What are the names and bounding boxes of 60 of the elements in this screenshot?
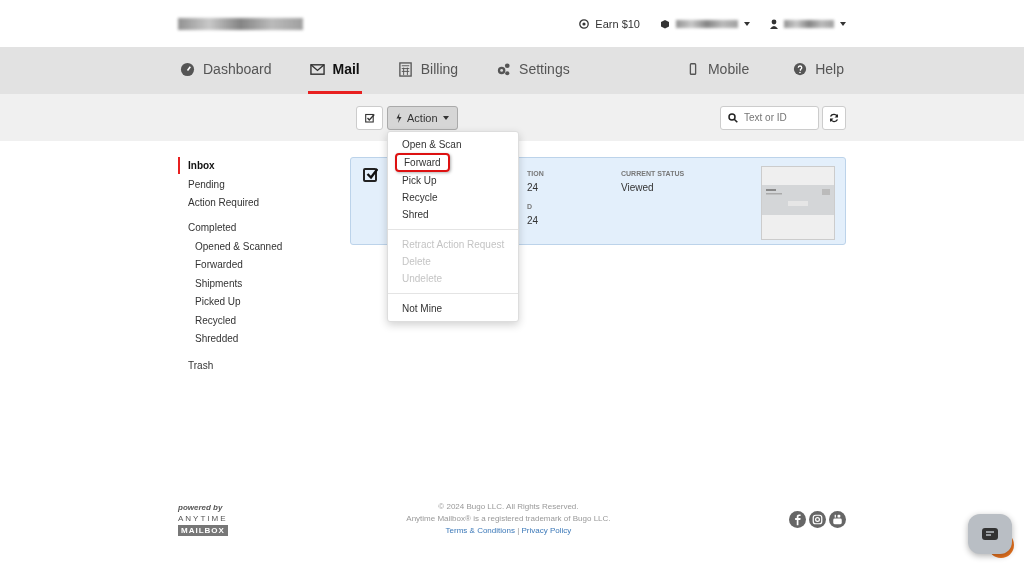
- sidebar-item[interactable]: Opened & Scanned: [178, 237, 350, 255]
- nav-tab[interactable]: Mobile: [683, 47, 752, 94]
- sidebar-item[interactable]: Recycled: [178, 311, 350, 329]
- coin-icon: [579, 18, 590, 29]
- separator-text: |: [517, 526, 520, 535]
- sidebar-item[interactable]: Picked Up: [178, 293, 350, 310]
- nav-tab[interactable]: Settings: [494, 47, 572, 94]
- caret-icon: [744, 21, 750, 26]
- nav-tab[interactable]: Billing: [395, 47, 461, 94]
- terms-link[interactable]: Terms & Conditions: [445, 526, 515, 535]
- sidebar-item[interactable]: Trash: [178, 356, 350, 374]
- brand-text: ANYTIME: [178, 513, 228, 523]
- sidebar-item[interactable]: Forwarded: [178, 256, 350, 273]
- envelope-icon: [309, 61, 325, 77]
- menu-item[interactable]: Recycle: [388, 189, 518, 206]
- help-icon: [793, 62, 808, 76]
- menu-item[interactable]: Not Mine: [388, 300, 518, 317]
- chat-icon: [981, 527, 999, 541]
- chat-button[interactable]: [968, 514, 1012, 554]
- facebook-icon[interactable]: [789, 510, 806, 528]
- gears-icon: [496, 61, 512, 77]
- caret-icon: [442, 115, 449, 120]
- privacy-link[interactable]: Privacy Policy: [521, 526, 572, 535]
- menu-item[interactable]: Shred: [388, 206, 518, 223]
- field-value: 24: [527, 215, 540, 226]
- copyright-text: © 2024 Bugo LLC. All Rights Reserved.: [437, 501, 580, 513]
- menu-item[interactable]: Pick Up: [388, 172, 518, 189]
- calculator-icon: [397, 61, 413, 77]
- trademark-text: Anytime Mailbox® is a registered trademark of Bugo LLC.: [406, 513, 611, 525]
- user-icon: [770, 18, 778, 29]
- gauge-icon: [180, 61, 195, 77]
- brand-badge: MAILBOX: [178, 524, 228, 536]
- sidebar-item[interactable]: Action Required: [178, 194, 350, 211]
- youtube-icon[interactable]: [829, 510, 846, 528]
- nav-tab[interactable]: Help: [791, 47, 846, 94]
- box-icon: [660, 18, 670, 29]
- redacted-account[interactable]: [676, 19, 738, 28]
- menu-item[interactable]: Open & Scan: [388, 136, 518, 153]
- sidebar-item[interactable]: Shredded: [178, 330, 350, 347]
- nav-tab[interactable]: Dashboard: [178, 47, 274, 94]
- action-button[interactable]: Action: [387, 105, 458, 130]
- refresh-button[interactable]: [822, 105, 846, 130]
- sidebar-item[interactable]: Shipments: [178, 274, 350, 292]
- powered-by-text: powered by: [178, 502, 223, 512]
- checkbox-icon: [364, 112, 375, 123]
- instagram-icon[interactable]: [809, 510, 826, 528]
- earn-link[interactable]: Earn $10: [595, 17, 640, 30]
- field-value: Viewed: [621, 182, 655, 193]
- select-all-button[interactable]: [356, 105, 383, 130]
- field-value: 24: [527, 182, 540, 193]
- redacted-user[interactable]: [784, 19, 834, 28]
- search-field[interactable]: Text or ID: [720, 105, 819, 130]
- sidebar-item[interactable]: Pending: [178, 175, 350, 193]
- menu-item[interactable]: Forward: [395, 153, 450, 172]
- refresh-icon: [829, 112, 839, 123]
- mail-checkbox[interactable]: [363, 168, 377, 182]
- search-icon: [728, 112, 738, 123]
- caret-icon: [840, 21, 846, 26]
- sidebar-item[interactable]: Completed: [178, 219, 350, 236]
- bolt-icon: [396, 112, 402, 123]
